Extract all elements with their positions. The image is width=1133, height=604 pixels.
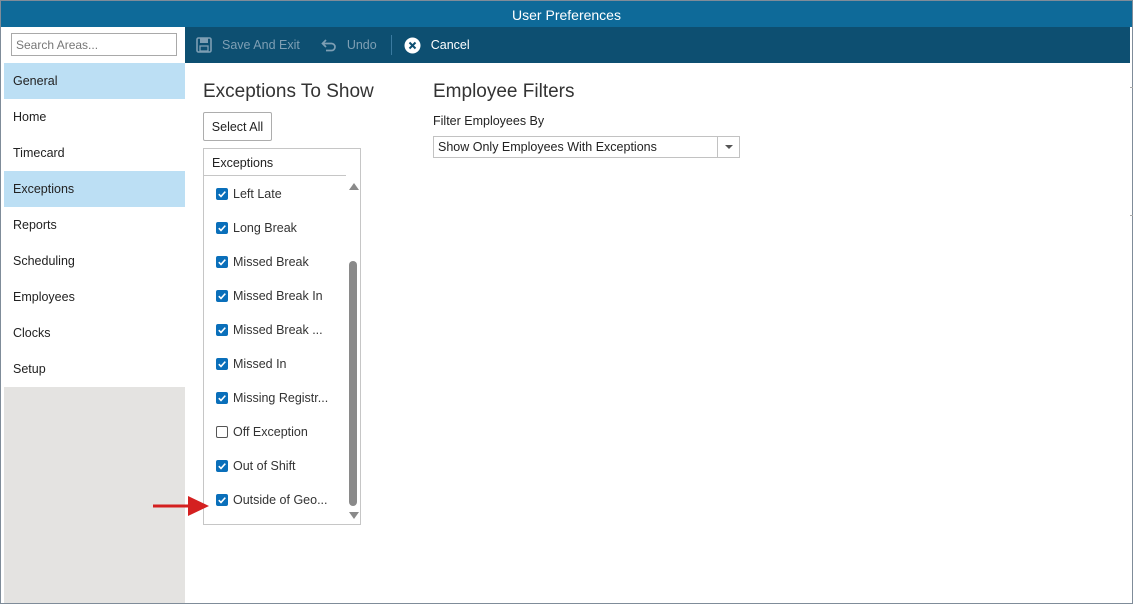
exceptions-to-show-title: Exceptions To Show: [203, 81, 374, 102]
exception-label: Missed Break In: [233, 289, 323, 303]
checkmark-icon: [218, 327, 226, 334]
exception-label: Out of Shift: [233, 459, 296, 473]
exception-label: Missed Break ...: [233, 323, 323, 337]
exception-row[interactable]: Missing Registr...: [204, 381, 346, 415]
checkbox-unchecked[interactable]: [216, 426, 228, 438]
filter-select-value: Show Only Employees With Exceptions: [438, 140, 657, 154]
exception-row[interactable]: Left Late: [204, 177, 346, 211]
checkbox-checked[interactable]: [216, 188, 228, 200]
exceptions-scrollbar[interactable]: [346, 177, 360, 524]
save-and-exit-label: Save And Exit: [222, 38, 300, 52]
exception-label: Missing Registr...: [233, 391, 329, 405]
exception-row[interactable]: Long Break: [204, 211, 346, 245]
chevron-down-icon: [724, 145, 733, 149]
save-and-exit-button[interactable]: Save And Exit: [195, 27, 300, 63]
checkbox-checked[interactable]: [216, 460, 228, 472]
undo-label: Undo: [346, 38, 377, 52]
window-title: User Preferences: [512, 7, 621, 23]
checkbox-checked[interactable]: [216, 358, 228, 370]
exception-label: Missed Break: [233, 255, 309, 269]
scroll-up-arrow-icon[interactable]: [349, 183, 359, 190]
exception-row[interactable]: Missed Break: [204, 245, 346, 279]
exception-label: Missed In: [233, 357, 287, 371]
checkmark-icon: [218, 191, 226, 198]
filter-employees-by-select[interactable]: Show Only Employees With Exceptions: [433, 136, 740, 158]
exception-row[interactable]: Off Exception: [204, 415, 346, 449]
exception-row[interactable]: Missed In: [204, 347, 346, 381]
exception-row[interactable]: Outside of Geo...: [204, 483, 346, 517]
sidebar-nav: General Home Timecard Exceptions Reports…: [4, 63, 185, 387]
checkbox-checked[interactable]: [216, 494, 228, 506]
dropdown-button[interactable]: [717, 137, 739, 157]
checkmark-icon: [218, 463, 226, 470]
sidebar-item-general[interactable]: General: [4, 63, 185, 99]
toolbar-separator: [390, 35, 392, 55]
checkbox-checked[interactable]: [216, 324, 228, 336]
checkmark-icon: [218, 361, 226, 368]
checkmark-icon: [218, 225, 226, 232]
filter-employees-by-label: Filter Employees By: [433, 114, 545, 128]
save-icon: [195, 36, 213, 54]
toolbar: Save And Exit Undo Cancel: [185, 27, 1130, 63]
sidebar-item-exceptions[interactable]: Exceptions: [4, 171, 185, 207]
exception-row[interactable]: Missed Break In: [204, 279, 346, 313]
checkmark-icon: [218, 395, 226, 402]
user-preferences-window: User Preferences General Home Timecard E…: [0, 0, 1133, 604]
exceptions-list-box: Exceptions Left Late Long Break Missed Bre…: [203, 148, 361, 525]
checkbox-checked[interactable]: [216, 222, 228, 234]
undo-button[interactable]: Undo: [320, 27, 377, 63]
exception-row[interactable]: Out of Shift: [204, 449, 346, 483]
preferences-content: Exceptions To Show Select All Exceptions…: [185, 63, 1130, 603]
checkbox-checked[interactable]: [216, 256, 228, 268]
cancel-label: Cancel: [430, 38, 470, 52]
exception-label: Outside of Geo...: [233, 493, 328, 507]
select-all-button[interactable]: Select All: [203, 112, 272, 141]
exception-label: Left Late: [233, 187, 282, 201]
search-area: [4, 27, 185, 63]
checkmark-icon: [218, 259, 226, 266]
exceptions-column-header: Exceptions: [204, 149, 346, 176]
sidebar-item-setup[interactable]: Setup: [4, 351, 185, 387]
undo-icon: [320, 36, 338, 54]
employee-filters-title: Employee Filters: [433, 81, 575, 102]
exceptions-list: Left Late Long Break Missed Break Missed Br…: [204, 177, 346, 517]
checkmark-icon: [218, 293, 226, 300]
search-areas-input[interactable]: [11, 33, 177, 56]
cancel-icon: [404, 36, 422, 54]
red-arrow-annotation-icon: [153, 496, 209, 516]
checkbox-checked[interactable]: [216, 290, 228, 302]
window-titlebar: User Preferences: [1, 1, 1132, 27]
sidebar-item-home[interactable]: Home: [4, 99, 185, 135]
cancel-button[interactable]: Cancel: [404, 27, 470, 63]
sidebar-item-timecard[interactable]: Timecard: [4, 135, 185, 171]
sidebar-item-clocks[interactable]: Clocks: [4, 315, 185, 351]
scroll-down-arrow-icon[interactable]: [349, 512, 359, 519]
scrollbar-thumb[interactable]: [349, 261, 357, 506]
exception-label: Off Exception: [233, 425, 308, 439]
exception-row[interactable]: Missed Break ...: [204, 313, 346, 347]
checkbox-checked[interactable]: [216, 392, 228, 404]
exception-label: Long Break: [233, 221, 297, 235]
sidebar-item-employees[interactable]: Employees: [4, 279, 185, 315]
sidebar-item-scheduling[interactable]: Scheduling: [4, 243, 185, 279]
sidebar-item-reports[interactable]: Reports: [4, 207, 185, 243]
checkmark-icon: [218, 497, 226, 504]
